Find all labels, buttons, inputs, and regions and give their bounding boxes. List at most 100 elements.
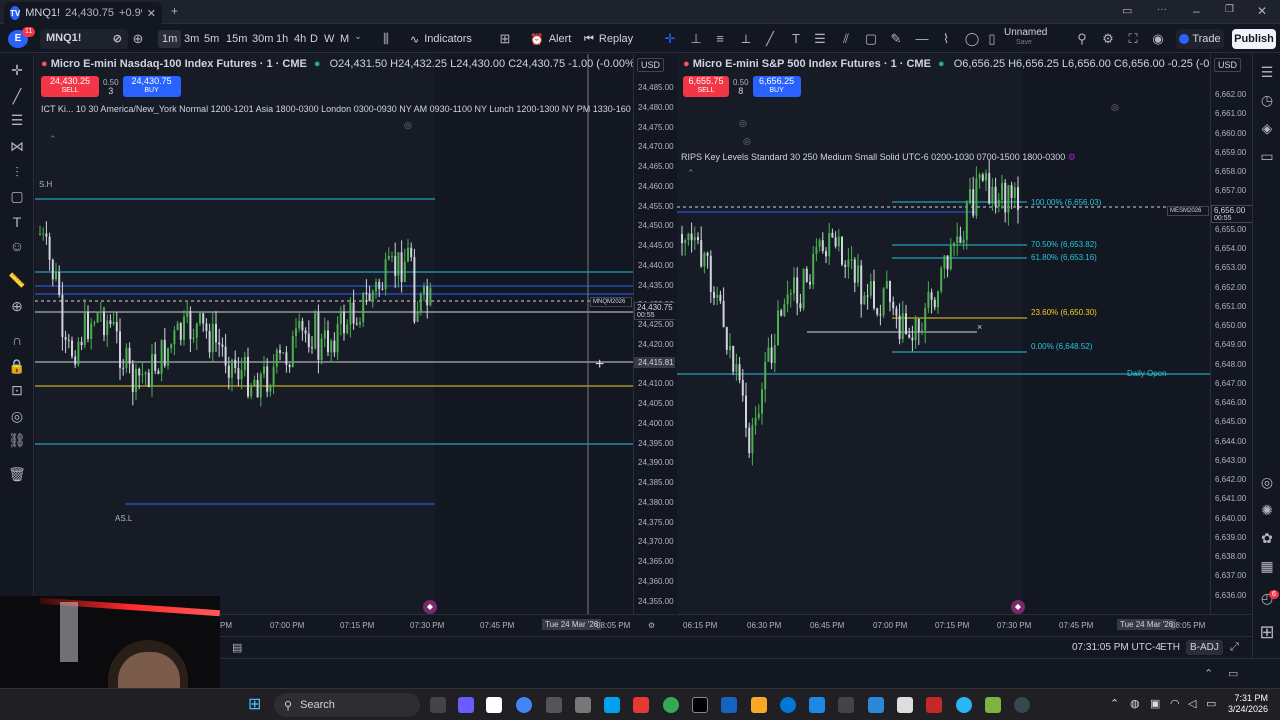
timezone-clock[interactable]: 07:31:05 PM UTC-4 bbox=[1072, 642, 1161, 653]
lock-drawings-icon[interactable]: 🔒 bbox=[8, 358, 26, 375]
sp500-title[interactable]: Micro E-mini S&P 500 Index Futures · 1 ·… bbox=[693, 58, 931, 70]
timeframe-dropdown-icon[interactable]: ⌄ bbox=[350, 31, 366, 42]
new-tab-icon[interactable]: + bbox=[171, 4, 178, 18]
ruler-icon[interactable]: 📏 bbox=[8, 272, 26, 289]
hide-eye-icon[interactable]: ◎ bbox=[743, 136, 751, 147]
discord-icon[interactable] bbox=[458, 697, 474, 713]
cursor-icon[interactable]: ✛ bbox=[8, 62, 26, 79]
crosshair-sync-icon[interactable]: ✛ bbox=[662, 31, 678, 47]
path-icon[interactable]: ⌇ bbox=[938, 31, 954, 47]
layers-icon[interactable]: ◈ bbox=[1258, 120, 1276, 137]
timeframe-1m[interactable]: 1m bbox=[158, 30, 182, 48]
add-symbol-icon[interactable]: ⊕ bbox=[130, 31, 146, 47]
app-icon[interactable] bbox=[897, 697, 913, 713]
collapse-chevron-icon[interactable]: ⌃ bbox=[49, 134, 57, 145]
ideas-icon[interactable]: ✿ bbox=[1258, 530, 1276, 547]
app-icon[interactable] bbox=[1014, 697, 1030, 713]
vertical-line-icon[interactable]: ⊥ bbox=[688, 31, 704, 47]
sp500-chart-pane[interactable]: ● Micro E-mini S&P 500 Index Futures · 1… bbox=[677, 54, 1252, 634]
pattern-tool-icon[interactable]: ⋈ bbox=[8, 138, 26, 155]
fib-tool-icon[interactable]: ≡ bbox=[712, 31, 728, 46]
sp500-price-scale[interactable]: USD 6,662.00 6,661.00 6,660.00 6,659.00 6,65… bbox=[1210, 54, 1252, 634]
dropbox-icon[interactable] bbox=[809, 697, 825, 713]
rectangle-icon[interactable]: ▢ bbox=[863, 31, 879, 47]
hlines-icon[interactable]: ☰ bbox=[812, 31, 828, 47]
app-icon[interactable] bbox=[926, 697, 942, 713]
collapse-chevron-icon[interactable]: ⌃ bbox=[687, 168, 695, 179]
parallel-channel-icon[interactable]: ⫽ bbox=[838, 31, 854, 47]
sp500-sell-button[interactable]: 6,655.75 SELL bbox=[683, 76, 729, 97]
publish-button[interactable]: Publish bbox=[1232, 29, 1276, 49]
more-options-icon[interactable]: ··· bbox=[1157, 4, 1167, 15]
text-tool-icon[interactable]: T bbox=[788, 31, 804, 46]
nasdaq-price-scale[interactable]: USD 24,485.00 24,480.00 24,475.00 24,470.00… bbox=[633, 54, 675, 634]
layout-name-button[interactable]: Unnamed Save bbox=[1004, 28, 1047, 48]
tradingview-app-icon[interactable] bbox=[486, 697, 502, 713]
nasdaq-time-scale[interactable]: PM 07:00 PM 07:15 PM 07:30 PM 07:45 PM T… bbox=[220, 614, 675, 634]
save-layout-icon[interactable]: ▯ bbox=[984, 31, 1000, 47]
taskbar-search[interactable]: ⚲ Search bbox=[274, 693, 420, 717]
file-explorer-icon[interactable] bbox=[751, 697, 767, 713]
sp500-time-scale[interactable]: 06:15 PM 06:30 PM 06:45 PM 07:00 PM 07:1… bbox=[677, 614, 1252, 634]
camera-icon[interactable]: ◉ bbox=[1150, 31, 1166, 47]
nasdaq-buy-button[interactable]: 24,430.75 BUY bbox=[122, 76, 181, 97]
app-icon[interactable] bbox=[692, 697, 708, 713]
shape-tool-icon[interactable]: ▢ bbox=[8, 188, 26, 205]
alert-button[interactable]: ⏰ Alert bbox=[530, 30, 571, 48]
emoji-icon[interactable]: ☺ bbox=[8, 238, 26, 254]
app-icon[interactable] bbox=[546, 697, 562, 713]
task-view-icon[interactable] bbox=[430, 697, 446, 713]
magnet-icon[interactable]: ∩ bbox=[8, 332, 26, 348]
ray-icon[interactable]: — bbox=[914, 31, 930, 46]
edge-icon[interactable] bbox=[780, 697, 796, 713]
sp500-chart-plot[interactable] bbox=[677, 54, 1210, 634]
timescale-settings-icon[interactable]: ⚙ bbox=[648, 621, 655, 630]
minimize-icon[interactable]: – bbox=[1193, 4, 1200, 18]
volume-icon[interactable]: ◁ bbox=[1188, 697, 1196, 710]
tray-app-icon[interactable]: ◍ bbox=[1130, 697, 1140, 710]
expand-icon[interactable]: ⤢ bbox=[1230, 641, 1239, 654]
wifi-icon[interactable]: ◠ bbox=[1170, 697, 1180, 710]
bulb-icon[interactable]: ✺ bbox=[1258, 502, 1276, 519]
capcut-icon[interactable] bbox=[633, 697, 649, 713]
nasdaq-chart-plot[interactable] bbox=[35, 54, 633, 634]
taskbar-clock[interactable]: 7:31 PM 3/24/2026 bbox=[1226, 693, 1268, 715]
watchlist-icon[interactable]: ☰ bbox=[1258, 64, 1276, 81]
panel-maximize-icon[interactable]: ▭ bbox=[1228, 667, 1238, 680]
tray-app-icon[interactable]: ▣ bbox=[1150, 697, 1160, 710]
nasdaq-title[interactable]: Micro E-mini Nasdaq-100 Index Futures · … bbox=[51, 58, 307, 70]
circle-icon[interactable]: ◯ bbox=[964, 31, 980, 47]
chrome-icon[interactable] bbox=[516, 697, 532, 713]
fib-handle-icon[interactable]: × bbox=[977, 322, 982, 332]
app-icon[interactable] bbox=[721, 697, 737, 713]
date-range-icon[interactable]: ▤ bbox=[232, 641, 242, 654]
trendline-icon[interactable]: ╱ bbox=[762, 31, 778, 47]
window-close-icon[interactable]: ✕ bbox=[1257, 4, 1267, 18]
battery-icon[interactable]: ▭ bbox=[1206, 697, 1216, 710]
quick-search-icon[interactable]: ⚲ bbox=[1074, 31, 1090, 47]
sidebar-toggle-icon[interactable]: ▭ bbox=[1122, 4, 1132, 17]
rips-key-levels-indicator[interactable]: RIPS Key Levels Standard 30 250 Medium S… bbox=[681, 152, 1076, 163]
target-icon[interactable]: ◎ bbox=[1258, 474, 1276, 491]
qty-value[interactable]: 8 bbox=[733, 86, 749, 96]
nasdaq-sell-button[interactable]: 24,430.25 SELL bbox=[41, 76, 99, 97]
qty-value[interactable]: 3 bbox=[103, 86, 119, 96]
text-annotation-icon[interactable]: T bbox=[8, 214, 26, 230]
layouts-grid-icon[interactable]: ⊞ bbox=[497, 31, 513, 47]
symbol-search[interactable]: MNQ1! ⊘ bbox=[40, 29, 128, 49]
copilot-icon[interactable] bbox=[604, 697, 620, 713]
hide-eye-icon[interactable]: ◎ bbox=[739, 118, 747, 129]
ict-killzones-indicator[interactable]: ICT Ki... 10 30 America/New_York Normal … bbox=[41, 104, 631, 114]
trendline-tool-icon[interactable]: ╱ bbox=[8, 88, 26, 105]
calendar-icon[interactable]: ▦ bbox=[1258, 558, 1276, 575]
close-tab-icon[interactable]: ✕ bbox=[147, 7, 156, 20]
sp500-buy-button[interactable]: 6,656.25 BUY bbox=[752, 76, 801, 97]
nasdaq-chart-pane[interactable]: ● Micro E-mini Nasdaq-100 Index Futures … bbox=[35, 54, 675, 634]
zoom-in-icon[interactable]: ⊕ bbox=[8, 298, 26, 315]
indicator-settings-icon[interactable]: ⚙ bbox=[1068, 152, 1076, 162]
chat-icon[interactable]: ▭ bbox=[1258, 148, 1276, 165]
chrome-alt-icon[interactable] bbox=[663, 697, 679, 713]
apps-grid-icon[interactable]: ⊞ bbox=[1258, 622, 1276, 643]
fib-retracement-tool-icon[interactable]: ☰ bbox=[8, 112, 26, 129]
windows-start-icon[interactable]: ⊞ bbox=[248, 696, 266, 714]
